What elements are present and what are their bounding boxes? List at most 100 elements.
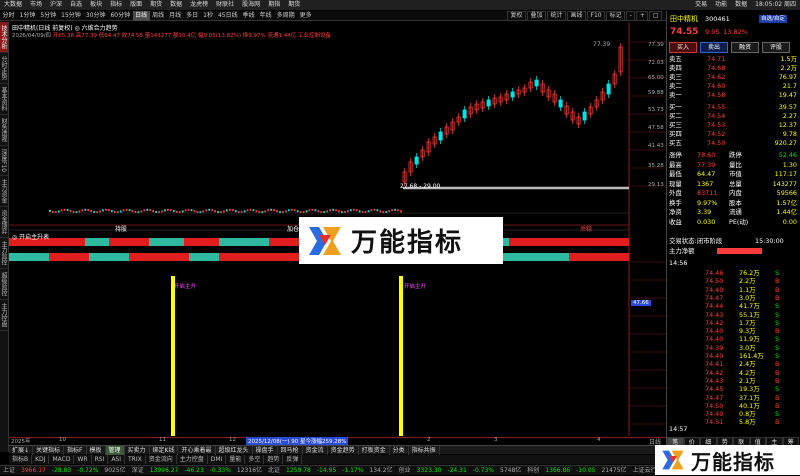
x-tick-label: 12 — [229, 437, 236, 443]
period-tab-8[interactable]: 月线 — [167, 11, 184, 21]
menu-item-2[interactable]: 沪深 — [46, 0, 66, 10]
chart-tool-1[interactable]: 叠加 — [526, 11, 546, 21]
period-tab-3[interactable]: 15分钟 — [59, 11, 84, 21]
indicator-block — [129, 253, 189, 261]
left-rail-tab-1[interactable]: 分时走势 — [0, 53, 8, 84]
chart-tool-8[interactable]: □ — [649, 11, 662, 21]
indicator-tab-10[interactable]: 回马枪 — [278, 445, 303, 455]
chart-tool-6[interactable]: - — [626, 11, 636, 21]
period-tab-12[interactable]: 季线 — [240, 11, 257, 21]
menu-item-0[interactable]: 大数据 — [0, 0, 26, 10]
indicator-subtab-4[interactable]: RSI — [92, 455, 109, 464]
left-rail-tab-7[interactable]: 主力监控 — [0, 238, 8, 270]
menu-item-12[interactable]: 期指 — [264, 0, 284, 10]
trade-button-0[interactable]: 买入 — [669, 42, 697, 53]
indicator-tab-11[interactable]: 资金流 — [303, 445, 328, 455]
left-rail-tab-8[interactable]: 超级监控 — [0, 269, 8, 301]
left-rail-tab-5[interactable]: 主力资金 — [0, 176, 8, 208]
menu-item-8[interactable]: 数据 — [166, 0, 186, 10]
indicator-tab-3[interactable]: 模板 — [87, 445, 106, 455]
indicator-tab-15[interactable]: 指标共振 — [409, 445, 440, 455]
tick-price: 74.40 — [705, 352, 724, 360]
candle — [400, 210, 402, 213]
indicator-subtab-5[interactable]: ASI — [108, 455, 125, 464]
period-tab-4[interactable]: 30分钟 — [83, 11, 108, 21]
left-rail-tab-9[interactable]: 主力控盘 — [0, 300, 8, 332]
period-tab-6[interactable]: 日线 — [132, 10, 150, 21]
indicator-subtab-9[interactable]: DMI — [208, 455, 227, 464]
period-tab-9[interactable]: 多日 — [184, 11, 201, 21]
left-rail-tab-3[interactable]: 财务透视 — [0, 115, 8, 146]
chart-tool-2[interactable]: 统计 — [546, 11, 566, 21]
chart-tool-7[interactable]: + — [636, 11, 649, 21]
indicator-tab-12[interactable]: 资金趋势 — [328, 445, 359, 455]
indicator-subtab-3[interactable]: WR — [74, 455, 92, 464]
indicator-tab-9[interactable]: 操盘手 — [253, 445, 278, 455]
period-tab-1[interactable]: 1分钟 — [17, 11, 38, 21]
trade-button-2[interactable]: 融资 — [731, 42, 759, 53]
candle — [184, 209, 187, 212]
indicator-subtab-1[interactable]: KDJ — [32, 455, 50, 464]
menu-item-1[interactable]: 市场 — [26, 0, 46, 10]
indicator-tab-8[interactable]: 超级红龙头 — [216, 445, 253, 455]
period-tab-2[interactable]: 5分钟 — [38, 11, 59, 21]
left-rail-tab-6[interactable]: 资金博弈 — [0, 207, 8, 239]
candle — [293, 209, 296, 212]
period-tab-7[interactable]: 周线 — [150, 11, 167, 21]
chart-tool-5[interactable]: 标记 — [606, 11, 626, 21]
indicator-tab-4[interactable]: 管理 — [105, 445, 125, 455]
indicator-tab-13[interactable]: 打板资金 — [359, 445, 390, 455]
indicator-tab-7[interactable]: 开心乘着最 — [178, 445, 216, 455]
indicator-subtab-13[interactable]: 反弹 — [283, 455, 303, 464]
candle — [187, 208, 190, 211]
menu-right-item-1[interactable]: 功能 — [711, 0, 731, 10]
indicator-tab-5[interactable]: 买卖力 — [125, 445, 150, 455]
chart-tool-4[interactable]: F10 — [587, 11, 606, 21]
watchlist-badge[interactable]: 自选/自定 — [759, 15, 787, 24]
sell-level-4-price: 74.68 — [707, 64, 726, 72]
menu-item-10[interactable]: 财联社 — [212, 0, 238, 10]
indicator-tab-2[interactable]: 指标F — [64, 445, 87, 455]
tick-flag: S — [775, 410, 780, 419]
indicator-tab-0[interactable]: 扩展↓ — [9, 445, 34, 455]
period-tab-11[interactable]: 45日线 — [215, 11, 240, 21]
period-tab-15[interactable]: 更多 — [297, 11, 314, 21]
buy-level-1-label: 买一 — [669, 103, 682, 111]
menu-item-4[interactable]: 板块 — [86, 0, 106, 10]
indicator-tab-1[interactable]: 关键指标 — [33, 445, 65, 455]
indicator-subtab-10[interactable]: 量能 — [226, 455, 246, 464]
tick-flag: B — [775, 327, 780, 336]
indicator-subtab-0[interactable]: 指标B — [9, 455, 33, 464]
indicator-tab-14[interactable]: 分类 — [390, 445, 409, 455]
indicator-subtab-7[interactable]: 资金流向 — [146, 455, 177, 464]
tick-row: 74.40 9.3万 B — [667, 327, 799, 335]
menu-item-13[interactable]: 期货 — [284, 0, 304, 10]
indicator-subtab-11[interactable]: 多空 — [245, 455, 265, 464]
chart-tool-0[interactable]: 复权 — [506, 11, 526, 21]
candle — [438, 131, 443, 141]
chart-tool-3[interactable]: 画线 — [567, 11, 587, 21]
trade-button-1[interactable]: 卖出 — [700, 42, 728, 53]
period-tab-13[interactable]: 年线 — [257, 11, 274, 21]
menu-item-6[interactable]: 版面 — [126, 0, 146, 10]
left-rail-tab-0[interactable]: 技术分析 — [0, 22, 8, 53]
indicator-subtab-6[interactable]: TRIX — [125, 455, 146, 464]
menu-item-7[interactable]: 期货 — [146, 0, 166, 10]
indicator-subtab-2[interactable]: MACD — [49, 455, 75, 464]
period-tab-5[interactable]: 60分钟 — [108, 11, 133, 21]
menu-item-3[interactable]: 自选 — [66, 0, 86, 10]
indicator-tab-6[interactable]: 绑定K线 — [150, 445, 179, 455]
menu-item-9[interactable]: 龙虎榜 — [186, 0, 212, 10]
menu-right-item-0[interactable]: 交易 — [691, 0, 711, 10]
period-tab-10[interactable]: 1秒 — [201, 11, 216, 21]
menu-item-11[interactable]: 股海网 — [238, 0, 264, 10]
menu-item-5[interactable]: 指标 — [106, 0, 126, 10]
left-rail-tab-2[interactable]: 基本资料 — [0, 84, 8, 115]
indicator-subtab-12[interactable]: 趋势 — [264, 455, 284, 464]
indicator-subtab-8[interactable]: 主力控盘 — [177, 455, 208, 464]
period-tab-14[interactable]: 多周期 — [274, 11, 297, 21]
menu-right-item-2[interactable]: 数据 — [731, 0, 751, 10]
period-tab-0[interactable]: 分时 — [0, 11, 17, 21]
trade-button-3[interactable]: 评股 — [762, 42, 790, 53]
left-rail-tab-4[interactable]: 深度F10 — [0, 146, 8, 177]
